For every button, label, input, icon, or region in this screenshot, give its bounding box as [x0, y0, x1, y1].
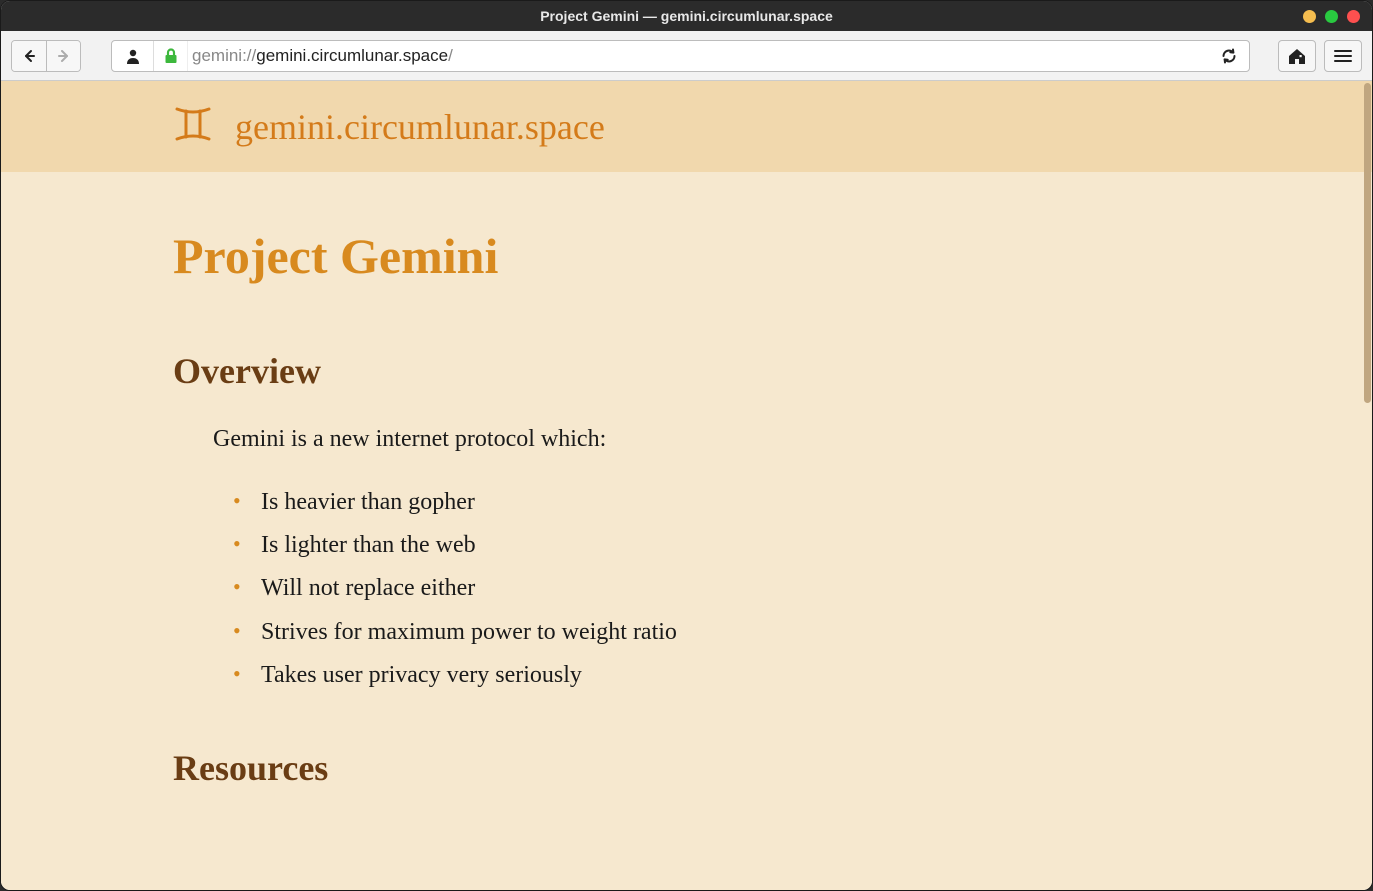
person-icon [124, 47, 142, 65]
arrow-right-icon [56, 48, 72, 64]
resources-heading: Resources [173, 747, 1200, 789]
forward-button[interactable] [46, 41, 80, 71]
hamburger-icon [1334, 49, 1352, 63]
lock-icon [163, 47, 179, 65]
nav-buttons [11, 40, 81, 72]
site-header: gemini.circumlunar.space [1, 81, 1372, 172]
gemini-glyph-icon [173, 103, 213, 150]
list-item: Strives for maximum power to weight rati… [233, 611, 1200, 654]
list-item: Will not replace either [233, 567, 1200, 610]
page-title: Project Gemini [173, 227, 1200, 285]
page-body: Project Gemini Overview Gemini is a new … [1, 172, 1372, 863]
maximize-button[interactable] [1325, 10, 1338, 23]
overview-heading: Overview [173, 350, 1200, 392]
close-button[interactable] [1347, 10, 1360, 23]
url-host: gemini.circumlunar.space [256, 46, 448, 65]
browser-window: Project Gemini — gemini.circumlunar.spac… [0, 0, 1373, 891]
scrollbar-thumb[interactable] [1364, 83, 1371, 403]
arrow-left-icon [21, 48, 37, 64]
url-scheme: gemini:// [192, 46, 256, 65]
scrollbar[interactable] [1362, 81, 1372, 890]
intro-text: Gemini is a new internet protocol which: [173, 426, 1200, 453]
menu-button[interactable] [1324, 40, 1362, 72]
home-icon [1287, 47, 1307, 65]
toolbar: gemini://gemini.circumlunar.space/ [1, 31, 1372, 81]
minimize-button[interactable] [1303, 10, 1316, 23]
list-item: Takes user privacy very seriously [233, 654, 1200, 697]
site-title: gemini.circumlunar.space [235, 106, 605, 148]
feature-list: Is heavier than gopher Is lighter than t… [173, 481, 1200, 697]
list-item: Is lighter than the web [233, 524, 1200, 567]
page-content: gemini.circumlunar.space Project Gemini … [1, 81, 1372, 890]
titlebar: Project Gemini — gemini.circumlunar.spac… [1, 1, 1372, 31]
back-button[interactable] [12, 41, 46, 71]
list-item: Is heavier than gopher [233, 481, 1200, 524]
url-text[interactable]: gemini://gemini.circumlunar.space/ [188, 46, 1209, 66]
reload-icon [1220, 47, 1238, 65]
url-path: / [448, 46, 453, 65]
window-controls [1303, 1, 1360, 31]
url-bar[interactable]: gemini://gemini.circumlunar.space/ [111, 40, 1250, 72]
window-title: Project Gemini — gemini.circumlunar.spac… [540, 8, 833, 24]
home-button[interactable] [1278, 40, 1316, 72]
reload-button[interactable] [1209, 41, 1249, 71]
security-indicator[interactable] [154, 41, 188, 71]
identity-icon[interactable] [112, 41, 154, 71]
